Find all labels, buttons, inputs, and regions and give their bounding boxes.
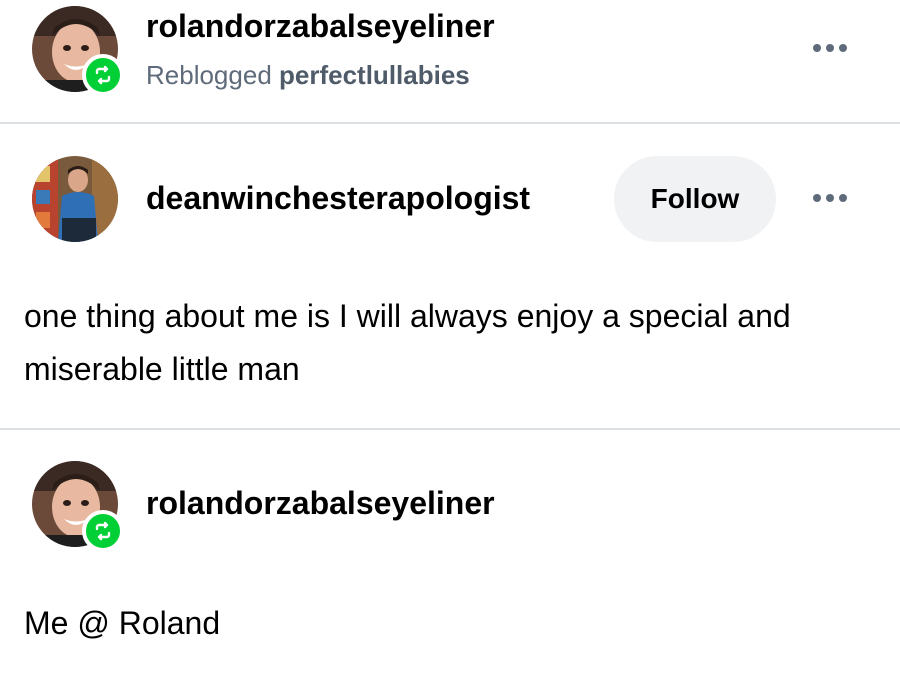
post-menu-button[interactable] — [806, 33, 854, 63]
divider — [0, 428, 900, 430]
reblog-icon — [95, 521, 111, 541]
more-horizontal-icon — [813, 194, 821, 202]
reblogger-username[interactable]: rolandorzabalseyeliner — [146, 8, 495, 44]
more-horizontal-icon — [813, 44, 821, 52]
reblog-icon — [95, 65, 111, 85]
original-poster-username[interactable]: deanwinchesterapologist — [146, 180, 530, 216]
original-poster-avatar[interactable] — [32, 156, 118, 242]
original-post-menu-button[interactable] — [806, 183, 854, 213]
follow-button[interactable]: Follow — [614, 156, 776, 242]
reblogged-from-line: Reblogged perfectlullabies — [146, 60, 470, 90]
reblogged-label: Reblogged — [146, 60, 272, 90]
reply-post-text: Me @ Roland — [24, 605, 221, 641]
divider — [0, 122, 900, 124]
reblog-badge — [82, 510, 124, 552]
reply-poster-username[interactable]: rolandorzabalseyeliner — [146, 485, 495, 521]
reblogged-from-blog[interactable]: perfectlullabies — [279, 60, 470, 90]
reblog-badge — [82, 54, 124, 96]
original-post-text: one thing about me is I will always enjo… — [24, 298, 791, 387]
